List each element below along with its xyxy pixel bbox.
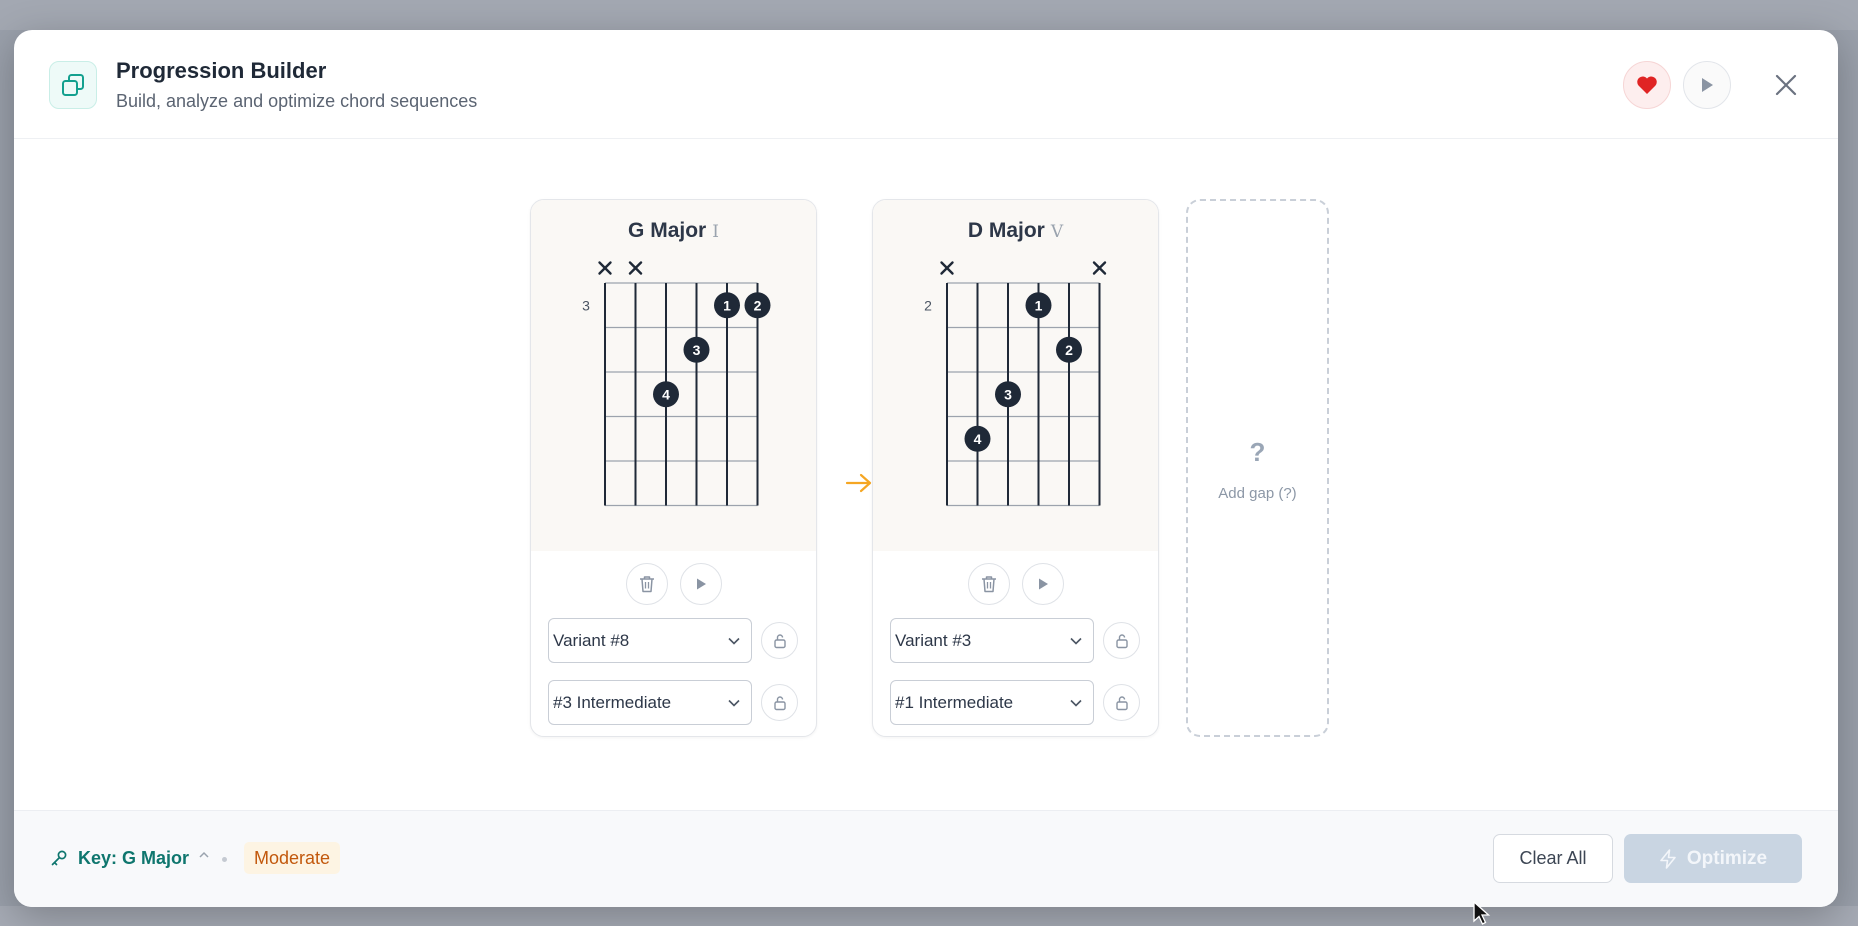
copy-icon bbox=[49, 61, 97, 109]
chevron-down-icon bbox=[1070, 699, 1082, 707]
play-icon bbox=[1038, 578, 1048, 590]
chord-diagram-area: G Major I 3 1 2 3 4 bbox=[531, 200, 816, 551]
variant-select[interactable]: Variant #3 bbox=[890, 618, 1094, 663]
finger-number: 2 bbox=[754, 297, 762, 313]
trash-icon bbox=[981, 576, 996, 593]
optimize-button[interactable]: Optimize bbox=[1624, 834, 1802, 883]
finger-number: 3 bbox=[693, 342, 701, 358]
muted-string-icon bbox=[940, 261, 954, 275]
play-icon bbox=[1702, 78, 1713, 92]
finger-number: 4 bbox=[974, 431, 982, 447]
arrow-right-icon bbox=[845, 473, 872, 493]
muted-string-icon bbox=[598, 261, 612, 275]
lock-difficulty-button[interactable] bbox=[761, 684, 798, 721]
page-subtitle: Build, analyze and optimize chord sequen… bbox=[116, 91, 478, 111]
muted-string-icon bbox=[628, 261, 643, 275]
backdrop-top bbox=[0, 0, 1858, 30]
unlock-icon bbox=[773, 633, 786, 648]
lock-difficulty-button[interactable] bbox=[1103, 684, 1140, 721]
chevron-down-icon bbox=[728, 699, 740, 707]
favorite-button[interactable] bbox=[1623, 61, 1671, 109]
backdrop-bottom bbox=[0, 906, 1858, 926]
progression-canvas: G Major I 31234 Variant #8 #3 Intermedia… bbox=[14, 140, 1838, 810]
finger-number: 1 bbox=[1035, 297, 1043, 313]
chord-card[interactable]: G Major I 31234 Variant #8 #3 Intermedia… bbox=[530, 199, 817, 737]
key-selector[interactable]: Key: G Major bbox=[78, 848, 189, 869]
heart-icon bbox=[1637, 76, 1657, 94]
chord-name: D Major bbox=[967, 219, 1045, 242]
base-fret-label: 3 bbox=[582, 297, 590, 313]
variant-value: Variant #8 bbox=[553, 630, 630, 650]
modal-footer: Key: G Major Moderate Clear All Optimize bbox=[14, 810, 1838, 907]
difficulty-badge: Moderate bbox=[244, 842, 341, 874]
gap-question-mark: ? bbox=[1249, 437, 1266, 467]
finger-number: 3 bbox=[1004, 386, 1012, 402]
trash-icon bbox=[639, 576, 654, 593]
unlock-icon bbox=[773, 695, 786, 710]
play-progression-button[interactable] bbox=[1683, 61, 1731, 109]
chevron-down-icon bbox=[1070, 637, 1082, 645]
page-title: Progression Builder bbox=[116, 58, 327, 83]
finger-number: 1 bbox=[723, 297, 731, 313]
lock-variant-button[interactable] bbox=[761, 622, 798, 659]
modal-header: Progression Builder Build, analyze and o… bbox=[14, 30, 1838, 139]
chord-name: G Major bbox=[628, 219, 707, 242]
clear-all-button[interactable]: Clear All bbox=[1493, 834, 1613, 883]
difficulty-value: #1 Intermediate bbox=[895, 692, 1014, 712]
chord-diagram: 3 1 2 3 4 bbox=[582, 261, 771, 507]
play-chord-button[interactable] bbox=[1021, 563, 1064, 605]
base-fret-label: 2 bbox=[924, 297, 932, 313]
finger-number: 4 bbox=[662, 386, 670, 402]
difficulty-select[interactable]: #1 Intermediate bbox=[890, 680, 1094, 725]
close-button[interactable] bbox=[1769, 68, 1803, 102]
difficulty-value: #3 Intermediate bbox=[553, 692, 672, 712]
add-gap-slot[interactable]: ? Add gap (?) bbox=[1186, 199, 1329, 737]
add-gap-label: Add gap (?) bbox=[1218, 485, 1297, 502]
chevron-up-icon[interactable] bbox=[198, 849, 210, 861]
chord-diagram-area: D Major V 2 1 2 3 4 bbox=[873, 200, 1158, 551]
finger-number: 2 bbox=[1065, 342, 1073, 358]
lock-variant-button[interactable] bbox=[1103, 622, 1140, 659]
variant-value: Variant #3 bbox=[895, 630, 972, 650]
chevron-down-icon bbox=[728, 637, 740, 645]
unlock-icon bbox=[1115, 695, 1128, 710]
play-icon bbox=[696, 578, 706, 590]
optimize-label: Optimize bbox=[1686, 847, 1768, 869]
chord-diagram: 2 1 2 3 4 bbox=[924, 261, 1107, 507]
delete-chord-button[interactable] bbox=[625, 563, 668, 605]
muted-string-icon bbox=[1092, 261, 1107, 275]
progression-builder-modal: Progression Builder Build, analyze and o… bbox=[14, 30, 1838, 907]
close-icon bbox=[1775, 74, 1797, 96]
delete-chord-button[interactable] bbox=[967, 563, 1010, 605]
key-icon bbox=[51, 850, 67, 866]
play-chord-button[interactable] bbox=[679, 563, 722, 605]
variant-select[interactable]: Variant #8 bbox=[548, 618, 752, 663]
unlock-icon bbox=[1115, 633, 1128, 648]
mouse-cursor-icon bbox=[1473, 901, 1491, 925]
lightning-icon bbox=[1660, 848, 1676, 869]
roman-numeral: V bbox=[1050, 222, 1064, 242]
separator-dot bbox=[222, 857, 227, 862]
roman-numeral: I bbox=[712, 222, 719, 242]
difficulty-select[interactable]: #3 Intermediate bbox=[548, 680, 752, 725]
chord-card[interactable]: D Major V 21234 Variant #3 #1 Intermedia… bbox=[872, 199, 1159, 737]
